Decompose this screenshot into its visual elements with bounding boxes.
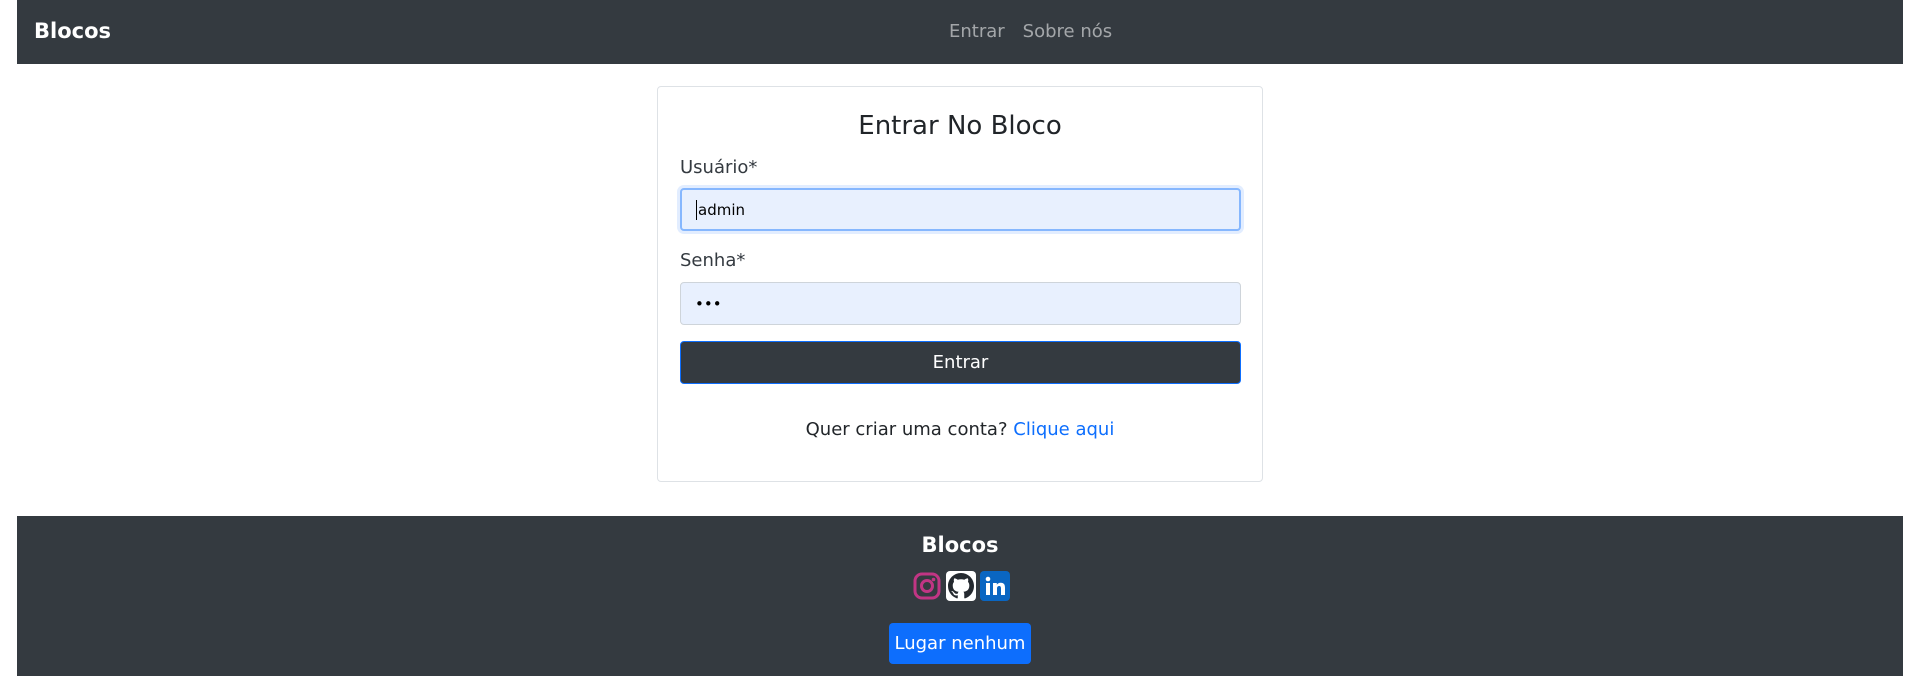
text-caret (696, 199, 697, 220)
login-card: Entrar No Bloco Usuário* admin Senha* ••… (657, 86, 1263, 482)
username-label: Usuário* (680, 157, 758, 178)
login-title: Entrar No Bloco (858, 111, 1062, 141)
signup-prompt: Quer criar uma conta? (805, 419, 1008, 440)
nav-link-sobre[interactable]: Sobre nós (1023, 21, 1112, 42)
footer-title: Blocos (921, 533, 999, 557)
signup-link[interactable]: Clique aqui (1013, 419, 1114, 440)
password-label: Senha* (680, 250, 746, 271)
password-input[interactable]: ••• (680, 282, 1241, 325)
footer: Blocos Lugar nenhum (17, 516, 1903, 676)
password-value: ••• (695, 294, 722, 313)
signup-row: Quer criar uma conta? Clique aqui (658, 419, 1262, 440)
linkedin-icon[interactable] (980, 571, 1010, 601)
nav-link-entrar[interactable]: Entrar (949, 21, 1005, 42)
social-links (912, 571, 1010, 601)
github-icon[interactable] (946, 571, 976, 601)
instagram-icon[interactable] (912, 571, 942, 601)
username-value: admin (698, 200, 745, 219)
nav-links: Entrar Sobre nós (949, 21, 1112, 42)
username-input[interactable]: admin (680, 188, 1241, 231)
top-navbar: Blocos Entrar Sobre nós (17, 0, 1903, 64)
footer-button[interactable]: Lugar nenhum (889, 623, 1031, 664)
brand-link[interactable]: Blocos (34, 19, 111, 43)
submit-button[interactable]: Entrar (680, 341, 1241, 384)
